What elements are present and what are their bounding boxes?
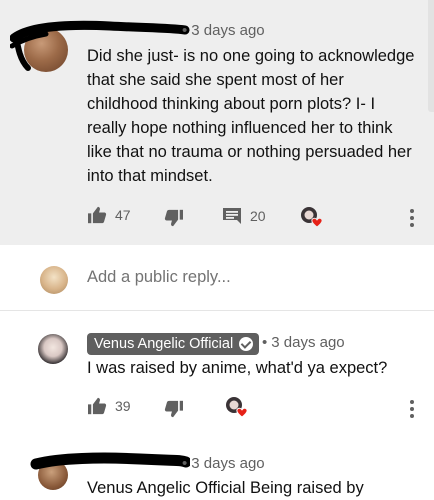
reply-text: I was raised by anime, what'd ya expect? bbox=[87, 359, 388, 377]
separator: • bbox=[182, 22, 188, 39]
comment-text: Did she just- is no one going to acknowl… bbox=[87, 47, 415, 185]
more-vert-icon bbox=[410, 400, 414, 404]
reply-text: Venus Angelic Official Being raised by bbox=[87, 479, 364, 497]
divider bbox=[0, 310, 434, 311]
reply-more-options-button[interactable] bbox=[409, 400, 415, 421]
thumb-up-icon bbox=[88, 206, 107, 224]
thumb-down-icon bbox=[164, 209, 183, 227]
thumb-down-icon bbox=[164, 400, 183, 418]
reply-dislike-button[interactable] bbox=[164, 400, 184, 418]
creator-name-badge[interactable]: Venus Angelic Official bbox=[87, 333, 260, 355]
separator: • bbox=[262, 334, 268, 351]
scroll-indicator bbox=[428, 0, 434, 112]
reply-like-button[interactable]: 39 bbox=[87, 397, 131, 415]
creator-heart bbox=[300, 206, 323, 228]
reply-author-avatar[interactable] bbox=[38, 460, 68, 490]
creator-heart-icon bbox=[301, 207, 323, 228]
thumb-up-icon bbox=[88, 397, 107, 415]
comment-icon bbox=[223, 208, 241, 224]
reply-author-avatar[interactable] bbox=[38, 334, 68, 364]
reply-meta: • 3 days ago bbox=[258, 334, 345, 351]
like-count: 47 bbox=[115, 207, 131, 223]
comment-time: 3 days ago bbox=[191, 22, 265, 39]
add-reply-input[interactable]: Add a public reply... bbox=[87, 268, 231, 287]
more-vert-icon bbox=[410, 209, 414, 213]
reply-time: 3 days ago bbox=[191, 455, 265, 472]
reply-like-count: 39 bbox=[115, 398, 131, 414]
dislike-button[interactable] bbox=[164, 209, 184, 227]
comment-meta: • 3 days ago bbox=[178, 22, 265, 39]
reply-time: 3 days ago bbox=[271, 334, 345, 351]
more-options-button[interactable] bbox=[409, 209, 415, 230]
reply-author-name: Venus Angelic Official bbox=[94, 336, 234, 352]
replies-button[interactable]: 20 bbox=[222, 207, 266, 225]
current-user-avatar bbox=[40, 266, 68, 294]
creator-heart-icon bbox=[226, 397, 248, 418]
reply-meta: • 3 days ago bbox=[178, 455, 265, 472]
commenter-avatar[interactable] bbox=[24, 28, 68, 72]
verified-check-icon bbox=[239, 337, 254, 351]
reply-count: 20 bbox=[250, 208, 266, 224]
separator: • bbox=[182, 455, 188, 472]
like-button[interactable]: 47 bbox=[87, 206, 131, 224]
creator-heart bbox=[225, 396, 248, 418]
